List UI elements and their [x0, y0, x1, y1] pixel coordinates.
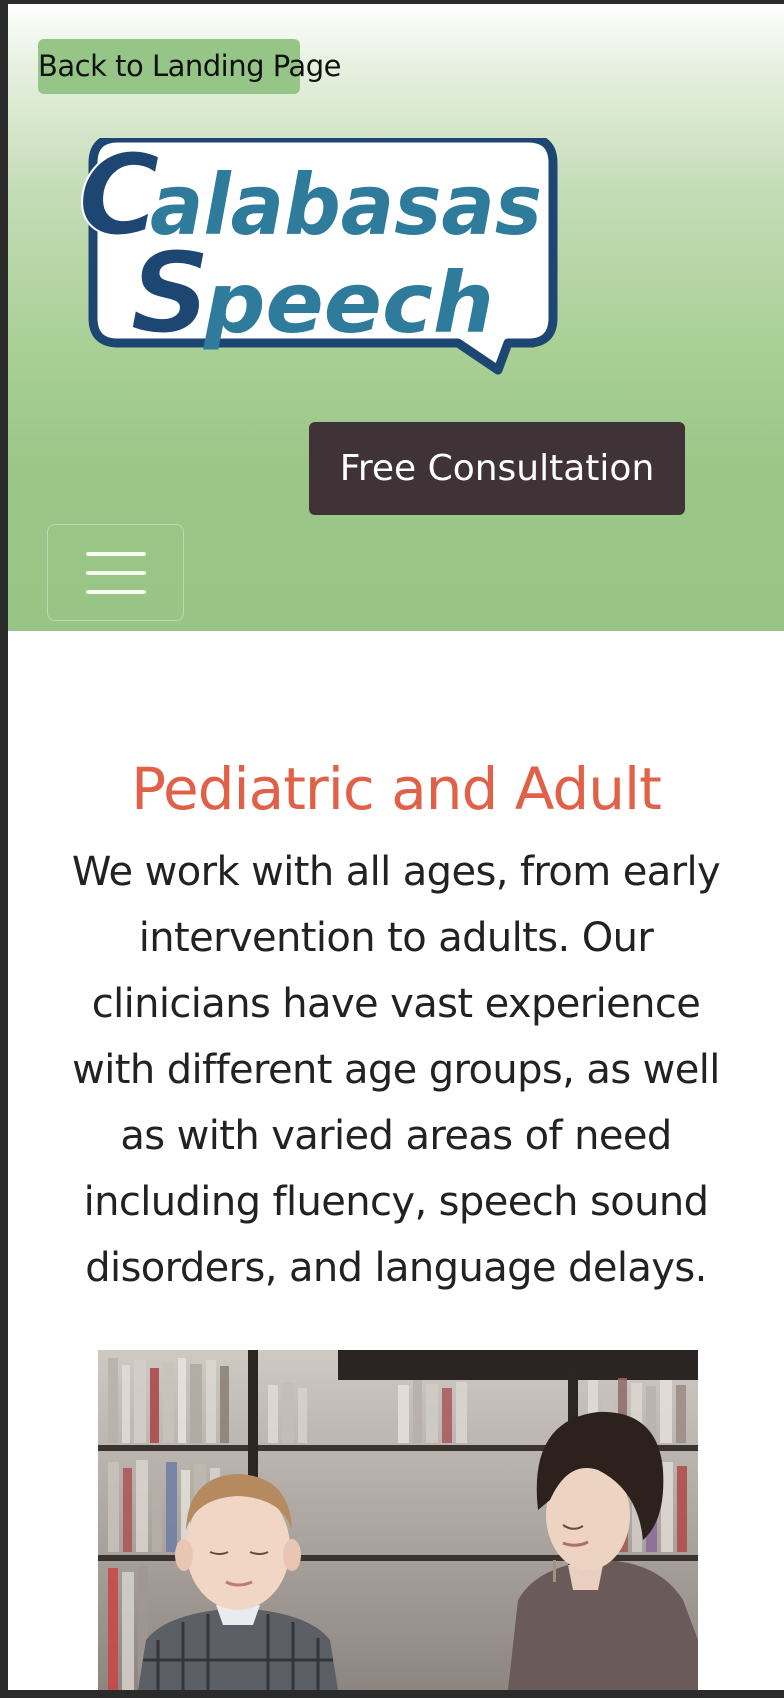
section-title: Pediatric and Adult	[131, 755, 662, 823]
hamburger-menu-icon-bar	[86, 571, 146, 575]
logo-graphic: C alabasas S peech	[77, 130, 558, 375]
logo-letter-s: S	[130, 229, 211, 359]
section-description: We work with all ages, from early interv…	[71, 849, 721, 1291]
hamburger-menu-button[interactable]	[47, 524, 184, 621]
window-frame-left	[0, 0, 8, 1698]
free-consultation-button[interactable]: Free Consultation	[309, 422, 685, 515]
library-reading-photo	[98, 1350, 698, 1690]
logo-line2-rest: peech	[203, 254, 494, 352]
site-header: Back to Landing Page C alabasas S peech …	[8, 4, 784, 631]
hamburger-menu-icon-bar	[86, 590, 146, 594]
window-frame-bottom	[0, 1690, 784, 1698]
pediatric-adult-section: Pediatric and Adult We work with all age…	[8, 631, 784, 1690]
photo-illustration	[98, 1350, 698, 1690]
calabasas-speech-logo[interactable]: C alabasas S peech	[77, 130, 608, 408]
hamburger-menu-icon	[86, 552, 146, 556]
page: Back to Landing Page C alabasas S peech …	[8, 4, 784, 1690]
back-to-landing-button[interactable]: Back to Landing Page	[38, 39, 341, 94]
